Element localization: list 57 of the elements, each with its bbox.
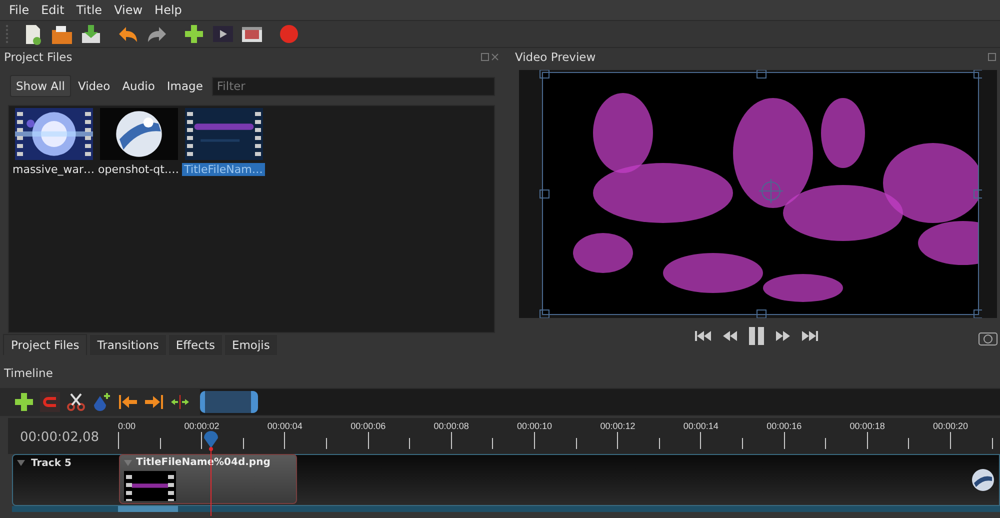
pause-icon[interactable]	[748, 327, 765, 345]
ruler-label: 00:00:08	[434, 421, 469, 431]
scissors-icon[interactable]	[66, 392, 86, 412]
collapse-icon[interactable]	[17, 460, 25, 466]
filter-tab[interactable]: Audio	[117, 76, 160, 96]
add-track-icon[interactable]	[14, 392, 34, 412]
ruler-label: 00:00:12	[600, 421, 636, 431]
ruler-label: 00:00:02	[184, 421, 220, 431]
panel-tab[interactable]: Effects	[168, 335, 222, 355]
float-icon[interactable]	[481, 53, 489, 61]
save-icon[interactable]	[80, 23, 102, 45]
magnet-icon[interactable]	[40, 392, 60, 412]
file-name[interactable]: massive_war…	[10, 163, 97, 176]
ruler-label: 00:00:04	[267, 421, 302, 431]
jump-start-icon[interactable]	[694, 329, 712, 343]
track-name: Track 5	[31, 458, 72, 469]
jump-end-icon[interactable]	[801, 329, 819, 343]
current-time: 00:00:02,08	[20, 430, 100, 445]
export-video-icon[interactable]	[212, 23, 234, 45]
ruler-label: 00:00:06	[350, 421, 386, 431]
filter-field[interactable]: Filter	[212, 76, 495, 96]
ruler-label: 00:00:16	[766, 421, 802, 431]
float-icon[interactable]	[988, 53, 996, 61]
ruler-label: 00:00:10	[517, 421, 552, 431]
ruler-label: 00:00:20	[933, 421, 968, 431]
add-icon[interactable]	[183, 23, 205, 45]
jump-previous-icon[interactable]	[118, 392, 138, 412]
ruler-label: 00:00:14	[683, 421, 718, 431]
open-folder-icon[interactable]	[51, 23, 73, 45]
close-icon[interactable]	[491, 53, 499, 61]
menu-item[interactable]: Help	[150, 3, 187, 17]
menu-item[interactable]: File	[4, 3, 34, 17]
menu-item[interactable]: Title	[71, 3, 108, 17]
menu-item[interactable]: Edit	[36, 3, 70, 17]
camera-icon[interactable]	[978, 330, 998, 346]
jump-next-icon[interactable]	[144, 392, 164, 412]
panel-title: Project Files	[4, 50, 72, 64]
panel-tab[interactable]: Project Files	[3, 334, 88, 355]
menu-item[interactable]: View	[109, 3, 148, 17]
zoom-slider[interactable]	[200, 391, 258, 413]
panel-tab[interactable]: Transitions	[90, 335, 166, 355]
filter-tab[interactable]: Video	[72, 76, 116, 96]
scroll-bar[interactable]	[12, 506, 1000, 512]
add-marker-icon[interactable]	[92, 392, 112, 412]
ruler-label: 00:00:18	[850, 421, 885, 431]
ruler-label: 0:00	[118, 421, 136, 431]
panel-tab[interactable]: Emojis	[224, 335, 277, 355]
fast-forward-icon[interactable]	[775, 329, 791, 343]
panel-title: Timeline	[3, 365, 54, 382]
rewind-icon[interactable]	[722, 329, 738, 343]
file-name[interactable]: openshot-qt.…	[96, 163, 181, 176]
panel-title: Video Preview	[515, 50, 596, 64]
globe-icon	[971, 468, 995, 492]
center-playhead-icon[interactable]	[170, 392, 190, 412]
filter-tab[interactable]: Image	[162, 76, 208, 96]
filter-tab[interactable]: Show All	[10, 75, 71, 97]
record-icon[interactable]	[278, 23, 300, 45]
